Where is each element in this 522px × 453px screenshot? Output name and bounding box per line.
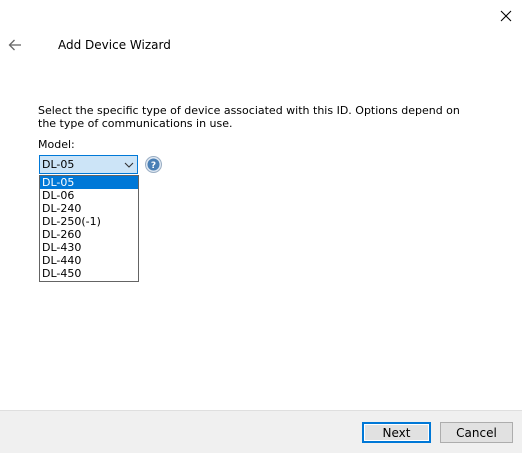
model-dropdown-list: DL-05 DL-06 DL-240 DL-250(-1) DL-260 DL-430 DL… xyxy=(39,175,139,282)
next-button[interactable]: Next xyxy=(362,422,431,443)
model-option[interactable]: DL-430 xyxy=(40,241,138,254)
model-option[interactable]: DL-05 xyxy=(40,176,138,189)
help-icon[interactable]: ? xyxy=(145,156,162,173)
model-select-value: DL-05 xyxy=(42,158,75,171)
close-icon xyxy=(500,10,512,22)
model-option[interactable]: DL-240 xyxy=(40,202,138,215)
instructions-text: Select the specific type of device assoc… xyxy=(38,104,460,130)
model-select[interactable]: DL-05 xyxy=(39,155,138,174)
chevron-down-icon[interactable] xyxy=(121,156,137,173)
model-option[interactable]: DL-450 xyxy=(40,267,138,280)
svg-text:?: ? xyxy=(151,161,156,171)
model-label: Model: xyxy=(38,138,75,151)
wizard-title: Add Device Wizard xyxy=(58,38,171,52)
add-device-wizard-window: Add Device Wizard Select the specific ty… xyxy=(0,0,522,453)
model-option[interactable]: DL-440 xyxy=(40,254,138,267)
cancel-button[interactable]: Cancel xyxy=(440,422,513,443)
back-button[interactable] xyxy=(4,34,26,56)
model-option[interactable]: DL-260 xyxy=(40,228,138,241)
model-option[interactable]: DL-250(-1) xyxy=(40,215,138,228)
model-option[interactable]: DL-06 xyxy=(40,189,138,202)
close-button[interactable] xyxy=(494,4,518,28)
footer-bar: Next Cancel xyxy=(0,410,522,453)
back-arrow-icon xyxy=(8,39,21,51)
